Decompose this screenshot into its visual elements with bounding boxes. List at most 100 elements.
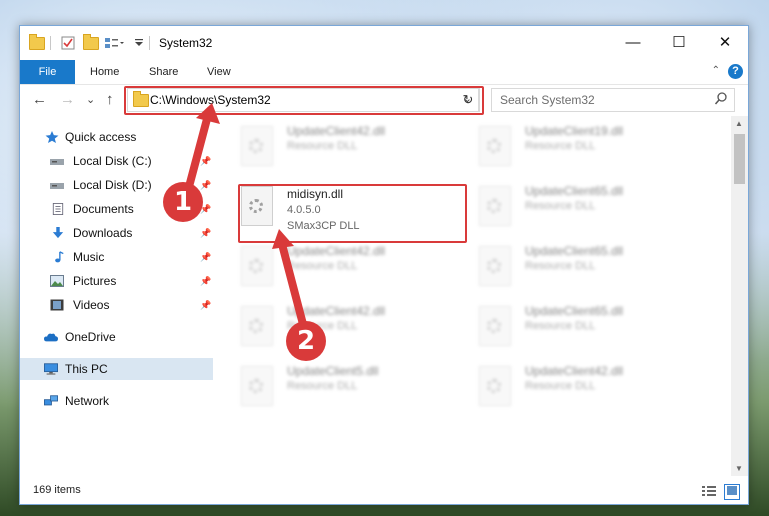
file-description: Resource DLL <box>525 380 596 392</box>
documents-icon <box>52 203 64 215</box>
file-item[interactable]: UpdateClient42.dll Resource DLL <box>479 362 709 412</box>
status-bar: 169 items <box>20 479 748 504</box>
sidebar-item-label: OneDrive <box>65 330 116 344</box>
sidebar-item-pictures[interactable]: Pictures 📌 <box>20 270 215 292</box>
videos-icon <box>50 299 64 311</box>
file-name: UpdateClient65.dll <box>525 244 624 258</box>
up-button[interactable]: ↑ <box>106 91 114 108</box>
step-2-badge: 2 <box>286 321 326 361</box>
help-icon[interactable]: ? <box>728 64 743 79</box>
file-name: UpdateClient42.dll <box>287 304 386 318</box>
sidebar-item-label: Pictures <box>73 274 117 288</box>
file-item[interactable]: UpdateClient65.dll Resource DLL <box>479 242 709 292</box>
file-item[interactable]: UpdateClient65.dll Resource DLL <box>479 302 709 352</box>
file-name: UpdateClient65.dll <box>525 184 624 198</box>
file-description: Resource DLL <box>525 320 596 332</box>
customize-toolbar-icon[interactable] <box>135 35 143 51</box>
recent-locations-button[interactable]: ⌄ <box>86 93 95 106</box>
file-name: UpdateClient19.dll <box>525 124 624 138</box>
file-description: Resource DLL <box>525 260 596 272</box>
dll-file-icon <box>479 306 511 346</box>
tab-file[interactable]: File <box>20 60 75 84</box>
collapse-ribbon-icon[interactable]: ⌃ <box>712 65 720 76</box>
minimize-button[interactable]: — <box>610 26 656 60</box>
scroll-up-icon[interactable]: ▲ <box>735 119 743 128</box>
dll-file-icon <box>241 306 273 346</box>
forward-button[interactable]: → <box>60 91 75 108</box>
tab-home[interactable]: Home <box>90 60 119 84</box>
pin-icon: 📌 <box>200 275 212 286</box>
vertical-scrollbar[interactable]: ▲ ▼ <box>731 116 748 476</box>
sidebar-item-label: Network <box>65 394 110 408</box>
star-icon <box>45 131 59 143</box>
large-icons-view-icon[interactable] <box>724 484 740 500</box>
search-input[interactable]: Search System32 <box>491 88 735 112</box>
maximize-button[interactable]: ☐ <box>656 26 702 60</box>
window-title: System32 <box>159 36 213 50</box>
file-description: Resource DLL <box>287 380 358 392</box>
title-bar: System32 — ☐ ✕ <box>20 26 748 60</box>
dll-file-icon <box>241 246 273 286</box>
search-icon[interactable] <box>714 92 727 108</box>
pictures-icon <box>50 275 64 287</box>
sidebar-item-local-disk-c[interactable]: Local Disk (C:) 📌 <box>20 150 215 172</box>
back-button[interactable]: ← <box>32 91 47 108</box>
dll-file-icon <box>479 246 511 286</box>
drive-icon <box>50 159 64 165</box>
pin-icon: 📌 <box>200 299 212 310</box>
file-description: Resource DLL <box>287 260 358 272</box>
pin-icon: 📌 <box>200 227 212 238</box>
cloud-icon <box>44 333 58 342</box>
download-icon <box>52 227 64 239</box>
tab-view[interactable]: View <box>207 60 231 84</box>
tab-share[interactable]: Share <box>149 60 178 84</box>
file-item[interactable]: UpdateClient5.dll Resource DLL <box>241 362 471 412</box>
sidebar-item-label: Local Disk (D:) <box>73 178 152 192</box>
sidebar-item-label: Downloads <box>73 226 133 240</box>
file-description: Resource DLL <box>287 140 358 152</box>
computer-icon <box>44 363 58 375</box>
file-item[interactable]: UpdateClient42.dll Resource DLL <box>241 122 471 172</box>
drive-icon <box>50 183 64 189</box>
dll-file-icon <box>241 366 273 406</box>
music-icon <box>55 251 64 263</box>
file-description: Resource DLL <box>525 140 596 152</box>
item-count: 169 items <box>33 484 81 496</box>
file-name: UpdateClient42.dll <box>287 244 386 258</box>
close-button[interactable]: ✕ <box>702 26 748 60</box>
file-highlight-box <box>238 184 467 243</box>
file-item[interactable]: UpdateClient42.dll Resource DLL <box>241 302 471 352</box>
scroll-thumb[interactable] <box>734 134 745 184</box>
file-item[interactable]: UpdateClient42.dll Resource DLL <box>241 242 471 292</box>
explorer-window: System32 — ☐ ✕ File Home Share View ⌃ ? … <box>19 25 749 505</box>
file-description: Resource DLL <box>525 200 596 212</box>
dll-file-icon <box>479 186 511 226</box>
dll-file-icon <box>241 126 273 166</box>
file-name: UpdateClient42.dll <box>287 124 386 138</box>
sidebar-item-onedrive[interactable]: OneDrive <box>20 326 215 348</box>
sidebar-item-label: This PC <box>65 362 108 376</box>
sidebar-item-videos[interactable]: Videos 📌 <box>20 294 215 316</box>
pin-icon: 📌 <box>200 251 212 262</box>
file-name: UpdateClient5.dll <box>287 364 379 378</box>
properties-icon[interactable] <box>61 35 75 51</box>
sidebar-item-downloads[interactable]: Downloads 📌 <box>20 222 215 244</box>
scroll-down-icon[interactable]: ▼ <box>735 464 743 473</box>
sidebar-item-music[interactable]: Music 📌 <box>20 246 215 268</box>
sidebar-item-quick-access[interactable]: Quick access <box>20 126 215 148</box>
sidebar-item-this-pc[interactable]: This PC <box>20 358 213 380</box>
details-view-icon[interactable] <box>702 485 716 500</box>
file-item[interactable]: UpdateClient65.dll Resource DLL <box>479 182 709 232</box>
sidebar-item-label: Documents <box>73 202 134 216</box>
step-1-badge: 1 <box>163 182 203 222</box>
address-highlight-box <box>124 86 484 115</box>
folder-icon <box>29 33 45 51</box>
file-name: UpdateClient65.dll <box>525 304 624 318</box>
sidebar-item-network[interactable]: Network <box>20 390 215 412</box>
file-item[interactable]: UpdateClient19.dll Resource DLL <box>479 122 709 172</box>
pin-icon: 📌 <box>200 179 212 190</box>
sidebar-item-label: Quick access <box>65 130 137 144</box>
view-icon[interactable] <box>104 35 124 51</box>
new-folder-icon[interactable] <box>83 33 99 51</box>
navigation-pane: Quick access Local Disk (C:) 📌 Local Dis… <box>20 116 215 476</box>
